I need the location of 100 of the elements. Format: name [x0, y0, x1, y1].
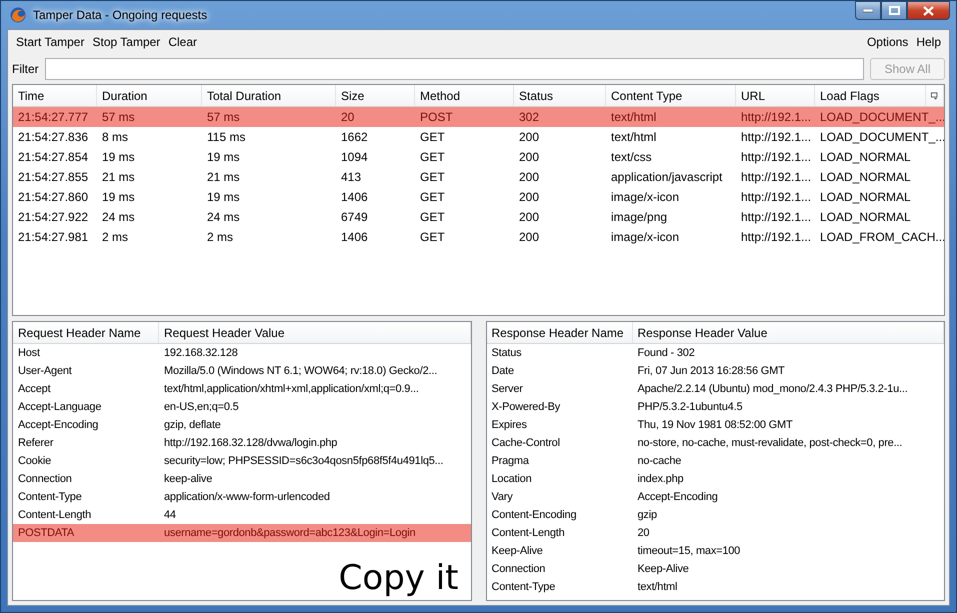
table-cell-text: Content-Length	[490, 527, 566, 539]
table-row[interactable]: 21:54:27.860 19 ms 19 ms 1406 GET 200 image/x-icon http://192.1... LOAD_NORMAL	[13, 187, 944, 207]
table-cell-text: Expires	[490, 419, 528, 431]
table-row[interactable]: Connection keep-alive	[13, 470, 470, 488]
column-header[interactable]: Duration	[97, 85, 202, 106]
table-cell-text: 200	[518, 230, 540, 244]
table-row[interactable]: Content-Type application/x-www-form-urlencoded	[13, 488, 470, 506]
table-cell-text: 115 ms	[206, 130, 246, 144]
table-cell-text: GET	[419, 130, 446, 144]
table-row[interactable]: Content-Length 20	[486, 524, 944, 542]
table-row[interactable]: Referer http://192.168.32.128/dvwa/login.php	[13, 434, 470, 452]
table-row[interactable]: POSTDATA username=gordonb&password=abc123&Login=Login	[13, 524, 470, 542]
table-cell-text: 24 ms	[206, 210, 241, 224]
table-cell-text: no-store, no-cache, must-revalidate, post-check=0, pre...	[636, 437, 904, 449]
table-row[interactable]: Keep-Alive timeout=15, max=100	[486, 542, 944, 560]
column-header[interactable]: Response Header Name	[486, 322, 632, 343]
table-row[interactable]: Vary Accept-Encoding	[486, 488, 944, 506]
table-row[interactable]: Status Found - 302	[486, 344, 944, 362]
table-row[interactable]: Cookie security=low; PHPSESSID=s6c3o4qosn5fp68f5f4u491lq5...	[13, 452, 470, 470]
column-header[interactable]: URL	[736, 85, 815, 106]
table-row[interactable]: Connection Keep-Alive	[486, 560, 944, 578]
column-header[interactable]: Load Flags	[815, 85, 926, 106]
table-cell-text: GET	[419, 190, 446, 204]
table-row[interactable]: User-Agent Mozilla/5.0 (Windows NT 6.1; WOW64; rv:18.0) Gecko/2...	[13, 362, 470, 380]
table-cell-text: 44	[163, 509, 177, 521]
maximize-button[interactable]	[881, 1, 907, 20]
table-cell-text: 1662	[340, 130, 369, 144]
column-header[interactable]: Total Duration	[202, 85, 336, 106]
column-header[interactable]: Method	[415, 85, 514, 106]
table-cell-text: Apache/2.2.14 (Ubuntu) mod_mono/2.4.3 PHP/5.3.2-1u...	[636, 383, 909, 395]
table-cell-text: Status	[490, 347, 522, 359]
column-header[interactable]: Status	[514, 85, 606, 106]
table-cell-text: image/x-icon	[610, 230, 680, 244]
table-row[interactable]: Server Apache/2.2.14 (Ubuntu) mod_mono/2.4.3 PHP/5.3.2-1u...	[486, 380, 944, 398]
table-row[interactable]: 21:54:27.922 24 ms 24 ms 6749 GET 200 image/png http://192.1... LOAD_NORMAL	[13, 207, 944, 227]
table-cell-text: 2 ms	[101, 230, 130, 244]
table-cell-text: Mozilla/5.0 (Windows NT 6.1; WOW64; rv:18.0) Gecko/2...	[163, 365, 438, 377]
table-row[interactable]: 21:54:27.854 19 ms 19 ms 1094 GET 200 text/css http://192.1... LOAD_NORMAL	[13, 147, 944, 167]
table-cell-text: http://192.1...	[740, 170, 812, 184]
table-row[interactable]: 21:54:27.777 57 ms 57 ms 20 POST 302 text/html http://192.1... LOAD_DOCUMENT_...	[13, 107, 944, 127]
column-header[interactable]: Size	[336, 85, 415, 106]
table-row[interactable]: Host 192.168.32.128	[13, 344, 470, 362]
table-cell-text: Connection	[17, 473, 73, 485]
column-header[interactable]: Request Header Value	[159, 322, 470, 343]
table-cell-text: 192.168.32.128	[163, 347, 239, 359]
table-cell-text: index.php	[636, 473, 684, 485]
table-row[interactable]: Date Fri, 07 Jun 2013 16:28:56 GMT	[486, 362, 944, 380]
table-cell-text: text/html	[610, 130, 658, 144]
menu-item[interactable]: Help	[912, 35, 945, 49]
column-header[interactable]: Content Type	[606, 85, 736, 106]
close-button[interactable]	[907, 1, 950, 20]
table-cell-text: GET	[419, 150, 446, 164]
menu-item[interactable]: Options	[862, 35, 912, 49]
table-row[interactable]: X-Powered-By PHP/5.3.2-1ubuntu4.5	[486, 398, 944, 416]
table-row[interactable]: Pragma no-cache	[486, 452, 944, 470]
table-row[interactable]: Accept-Encoding gzip, deflate	[13, 416, 470, 434]
column-header[interactable]: Time	[13, 85, 97, 106]
table-row[interactable]: Location index.php	[486, 470, 944, 488]
table-cell-text: en-US,en;q=0.5	[163, 401, 240, 413]
table-cell-text: 1094	[340, 150, 369, 164]
table-cell-text: 21 ms	[101, 170, 136, 184]
table-cell-text: 2 ms	[206, 230, 234, 244]
table-row[interactable]: Accept-Language en-US,en;q=0.5	[13, 398, 470, 416]
table-cell-text: Content-Type	[490, 581, 556, 593]
table-row[interactable]: Cache-Control no-store, no-cache, must-revalidate, post-check=0, pre...	[486, 434, 944, 452]
table-cell-text: 21:54:27.922	[17, 210, 90, 224]
minimize-button[interactable]	[855, 1, 881, 20]
table-cell-text: Accept-Language	[17, 401, 102, 413]
column-header[interactable]: Response Header Value	[632, 322, 944, 343]
table-row[interactable]: 21:54:27.836 8 ms 115 ms 1662 GET 200 text/html http://192.1... LOAD_DOCUMENT_...	[13, 127, 944, 147]
table-cell-text: 24 ms	[101, 210, 136, 224]
table-row[interactable]: 21:54:27.855 21 ms 21 ms 413 GET 200 application/javascript http://192.1... LOAD_NORMAL	[13, 167, 944, 187]
table-row[interactable]: Content-Length 44	[13, 506, 470, 524]
table-row[interactable]: Accept text/html,application/xhtml+xml,application/xml;q=0.9...	[13, 380, 470, 398]
table-cell-text: application/javascript	[610, 170, 724, 184]
table-cell-text: PHP/5.3.2-1ubuntu4.5	[636, 401, 744, 413]
app-logo-icon	[9, 6, 27, 24]
table-row[interactable]: 21:54:27.981 2 ms 2 ms 1406 GET 200 image/x-icon http://192.1... LOAD_FROM_CACH...	[13, 227, 944, 247]
table-row[interactable]: Content-Type text/html	[486, 578, 944, 596]
menu-item[interactable]: Start Tamper	[12, 35, 88, 49]
table-cell-text: Found - 302	[636, 347, 696, 359]
table-cell-text: gzip	[636, 509, 658, 521]
table-cell-text: 200	[518, 130, 540, 144]
table-row[interactable]: Content-Encoding gzip	[486, 506, 944, 524]
filter-field[interactable]	[44, 58, 864, 80]
menu-item[interactable]: Stop Tamper	[88, 35, 164, 49]
table-cell-text: POSTDATA	[17, 527, 76, 539]
table-cell-text: Pragma	[490, 455, 530, 467]
table-cell-text: LOAD_NORMAL	[819, 190, 912, 204]
table-cell-text: Referer	[17, 437, 54, 449]
table-cell-text: 413	[340, 170, 362, 184]
table-cell-text: application/x-www-form-urlencoded	[163, 491, 331, 503]
menu-item[interactable]: Clear	[164, 35, 201, 49]
table-cell-text: 20	[636, 527, 650, 539]
table-cell-text: 200	[518, 190, 540, 204]
column-header[interactable]: Request Header Name	[13, 322, 159, 343]
table-cell-text: Fri, 07 Jun 2013 16:28:56 GMT	[636, 365, 786, 377]
table-cell-text: Cookie	[17, 455, 52, 467]
table-cell-text: Content-Encoding	[490, 509, 578, 521]
table-row[interactable]: Expires Thu, 19 Nov 1981 08:52:00 GMT	[486, 416, 944, 434]
